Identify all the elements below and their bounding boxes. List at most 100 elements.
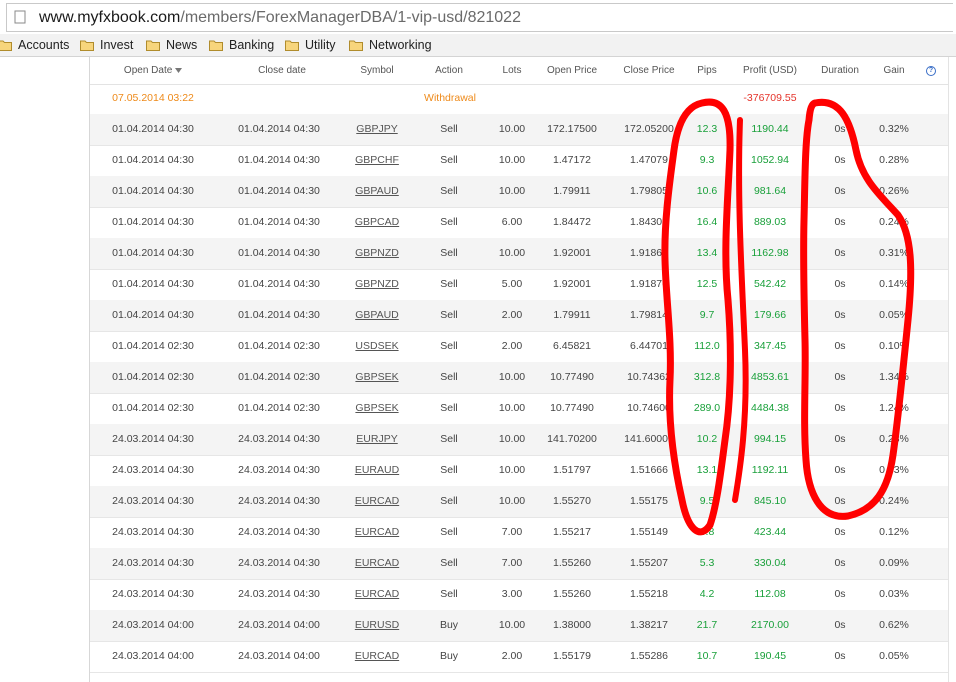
cell-close: 01.04.2014 04:30 [238, 216, 320, 228]
symbol-link[interactable]: GBPCAD [347, 207, 407, 238]
symbol-link[interactable]: GBPSEK [347, 362, 407, 393]
symbol-link[interactable]: GBPSEK [347, 393, 407, 424]
folder-icon [146, 40, 160, 51]
cell-duration: 0s [834, 185, 846, 197]
cell-action: Buy [439, 650, 459, 662]
url-text[interactable]: www.myfxbook.com/members/ForexManagerDBA… [39, 9, 521, 27]
header-close-date[interactable]: Close date [236, 57, 328, 83]
symbol-link[interactable]: EURUSD [347, 610, 407, 641]
header-open-date[interactable]: Open Date [105, 57, 201, 83]
cell-pips: 16.4 [696, 216, 718, 228]
symbol-link[interactable]: EURCAD [347, 486, 407, 517]
cell-open-price: 1.38000 [553, 619, 591, 631]
cell-profit: 994.15 [753, 433, 787, 445]
cell-close-price: 1.84308 [630, 216, 668, 228]
cell-gain: 0.62% [879, 619, 909, 631]
cell-pips: 10.6 [696, 185, 718, 197]
withdrawal-date: 07.05.2014 03:22 [112, 92, 194, 104]
bookmark-utility[interactable]: Utility [285, 37, 336, 53]
help-icon[interactable]: ? [926, 66, 936, 76]
cell-duration: 0s [834, 557, 846, 569]
withdrawal-amount: -376709.55 [743, 92, 797, 104]
cell-profit: 330.04 [753, 557, 787, 569]
symbol-link[interactable]: EURCAD [347, 517, 407, 548]
symbol-link[interactable]: GBPNZD [347, 238, 407, 269]
symbol-link[interactable]: EURCAD [347, 548, 407, 579]
symbol-link[interactable]: GBPCHF [347, 145, 407, 176]
cell-close: 24.03.2014 04:00 [238, 619, 320, 631]
cell-action: Sell [440, 464, 458, 476]
table-row: 01.04.2014 02:30 01.04.2014 02:30 GBPSEK Se… [90, 362, 948, 394]
header-action[interactable]: Action [419, 57, 479, 83]
cell-close: 01.04.2014 02:30 [238, 340, 320, 352]
header-lots[interactable]: Lots [492, 57, 532, 83]
symbol-link[interactable]: EURJPY [347, 424, 407, 455]
bookmark-news[interactable]: News [146, 37, 197, 53]
cell-profit: 1190.44 [751, 123, 789, 135]
bookmark-invest[interactable]: Invest [80, 37, 133, 53]
header-pips[interactable]: Pips [687, 57, 727, 83]
cell-lots: 10.00 [498, 464, 526, 476]
header-close-price[interactable]: Close Price [613, 57, 685, 83]
cell-open: 01.04.2014 04:30 [112, 247, 194, 259]
cell-gain: 0.10% [879, 340, 909, 352]
cell-open-price: 1.84472 [553, 216, 591, 228]
cell-lots: 10.00 [498, 495, 526, 507]
cell-pips: 9.7 [699, 309, 715, 321]
symbol-link[interactable]: GBPAUD [347, 300, 407, 331]
cell-action: Sell [440, 402, 458, 414]
symbol-link[interactable]: EURCAD [347, 641, 407, 672]
cell-profit: 2170.00 [751, 619, 789, 631]
header-symbol[interactable]: Symbol [347, 57, 407, 83]
cell-close: 01.04.2014 02:30 [238, 402, 320, 414]
symbol-link[interactable]: EURAUD [347, 455, 407, 486]
symbol-link[interactable]: EURCAD [347, 579, 407, 610]
bookmarks-bar: Accounts Invest News Banking Utility Net… [0, 34, 956, 57]
cell-close-price: 172.05200 [624, 123, 674, 135]
table-row: 24.03.2014 04:30 24.03.2014 04:30 EURCAD Se… [90, 548, 948, 580]
cell-close-price: 1.91876 [630, 278, 668, 290]
table-row: 01.04.2014 04:30 01.04.2014 04:30 GBPAUD Se… [90, 300, 948, 332]
cell-lots: 10.00 [498, 247, 526, 259]
cell-action: Sell [440, 495, 458, 507]
table-row: 01.04.2014 04:30 01.04.2014 04:30 GBPCHF Se… [90, 145, 948, 177]
cell-duration: 0s [834, 433, 846, 445]
cell-gain: 0.14% [879, 278, 909, 290]
bookmark-accounts[interactable]: Accounts [0, 37, 69, 53]
symbol-link[interactable]: GBPAUD [347, 176, 407, 207]
address-field[interactable]: www.myfxbook.com/members/ForexManagerDBA… [6, 3, 953, 32]
folder-icon [285, 40, 299, 51]
cell-duration: 0s [834, 340, 846, 352]
cell-gain: 0.05% [879, 309, 909, 321]
cell-pips: 21.7 [696, 619, 718, 631]
header-profit[interactable]: Profit (USD) [734, 57, 806, 83]
cell-duration: 0s [834, 619, 846, 631]
bookmark-banking[interactable]: Banking [209, 37, 274, 53]
cell-close-price: 1.79814 [630, 309, 668, 321]
cell-open: 01.04.2014 02:30 [112, 402, 194, 414]
cell-open-price: 172.17500 [547, 123, 597, 135]
symbol-link[interactable]: USDSEK [347, 331, 407, 362]
cell-pips: 13.4 [696, 247, 718, 259]
header-open-price[interactable]: Open Price [537, 57, 607, 83]
cell-close: 01.04.2014 04:30 [238, 185, 320, 197]
cell-close-price: 1.55149 [630, 526, 668, 538]
header-gain[interactable]: Gain [874, 57, 914, 83]
cell-open-price: 1.79911 [553, 185, 591, 197]
cell-duration: 0s [834, 309, 846, 321]
folder-icon [80, 40, 94, 51]
cell-profit: 112.08 [754, 588, 786, 600]
cell-open-price: 1.79911 [553, 309, 591, 321]
symbol-link[interactable]: GBPNZD [347, 269, 407, 300]
bookmark-label: Networking [369, 38, 432, 52]
browser-url-bar: www.myfxbook.com/members/ForexManagerDBA… [0, 0, 956, 35]
cell-close-price: 1.38217 [630, 619, 668, 631]
header-duration[interactable]: Duration [812, 57, 868, 83]
cell-lots: 5.00 [501, 278, 523, 290]
table-row: 01.04.2014 02:30 01.04.2014 02:30 USDSEK Se… [90, 331, 948, 363]
symbol-link[interactable]: GBPJPY [347, 114, 407, 145]
table-row: 24.03.2014 04:00 24.03.2014 04:00 EURCAD Bu… [90, 641, 948, 673]
cell-gain: 1.34% [879, 371, 909, 383]
folder-icon [0, 40, 12, 51]
bookmark-networking[interactable]: Networking [349, 37, 432, 53]
